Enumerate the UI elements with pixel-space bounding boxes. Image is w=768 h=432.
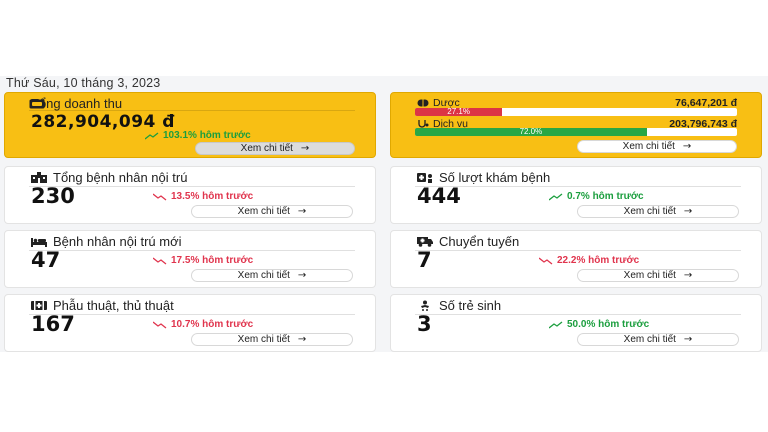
- stat-value: 7: [417, 248, 432, 272]
- stat-trend-text: 13.5% hôm trước: [171, 191, 254, 202]
- stat-trend: 50.0% hôm trước: [549, 319, 649, 330]
- stat-trend-text: 22.2% hôm trước: [557, 255, 640, 266]
- trend-down-icon: [539, 256, 553, 265]
- stat-details-button[interactable]: Xem chi tiết →: [191, 269, 353, 282]
- stat-header: Phẫu thuật, thủ thuật: [31, 298, 174, 313]
- trend-up-icon: [549, 320, 563, 329]
- arrow-right-icon: →: [297, 206, 307, 217]
- stat-trend-text: 17.5% hôm trước: [171, 255, 254, 266]
- stat-card-transfers: Chuyển tuyến 7 22.2% hôm trước Xem chi t…: [390, 230, 762, 288]
- trend-down-icon: [153, 256, 167, 265]
- stat-details-label: Xem chi tiết: [623, 270, 676, 281]
- stat-trend-text: 10.7% hôm trước: [171, 319, 254, 330]
- service-percent-services: 72.0%: [519, 128, 543, 136]
- revenue-card: Tổng doanh thu 282,904,094 đ 103.1% hôm …: [4, 92, 376, 158]
- stat-trend: 13.5% hôm trước: [153, 191, 253, 202]
- stat-title: Tổng bệnh nhân nội trú: [53, 170, 188, 185]
- stat-details-label: Xem chi tiết: [237, 206, 290, 217]
- report-date: Thứ Sáu, 10 tháng 3, 2023: [6, 76, 161, 90]
- stat-value: 3: [417, 312, 432, 336]
- stat-title: Chuyển tuyến: [439, 234, 520, 249]
- revenue-amount: 282,904,094 đ: [31, 112, 175, 132]
- stat-divider: [29, 314, 355, 315]
- stat-value: 167: [31, 312, 75, 336]
- hospital-icon: [31, 172, 47, 184]
- arrow-right-icon: →: [300, 143, 310, 154]
- stat-details-label: Xem chi tiết: [237, 334, 290, 345]
- revenue-trend-text: 103.1% hôm trước: [163, 130, 251, 141]
- services-details-button[interactable]: Xem chi tiết →: [577, 140, 737, 153]
- stat-header: Chuyển tuyến: [417, 234, 519, 249]
- arrow-right-icon: →: [297, 334, 307, 345]
- arrow-right-icon: →: [297, 270, 307, 281]
- stat-card-surgery: Phẫu thuật, thủ thuật 167 10.7% hôm trướ…: [4, 294, 376, 352]
- stat-value: 47: [31, 248, 61, 272]
- stat-header: Số trẻ sinh: [417, 298, 501, 313]
- stat-details-button[interactable]: Xem chi tiết →: [577, 333, 739, 346]
- ambulance-icon: [417, 236, 433, 248]
- stat-trend-text: 50.0% hôm trước: [567, 319, 650, 330]
- trend-down-icon: [153, 192, 167, 201]
- stat-divider: [415, 186, 741, 187]
- service-bar-services: 72.0%: [415, 128, 737, 136]
- stat-header: Số lượt khám bệnh: [417, 170, 550, 185]
- stat-details-button[interactable]: Xem chi tiết →: [191, 205, 353, 218]
- revenue-details-button[interactable]: Xem chi tiết →: [195, 142, 355, 155]
- stat-title: Bệnh nhân nội trú mới: [53, 234, 182, 249]
- stat-trend: 10.7% hôm trước: [153, 319, 253, 330]
- stat-card-exam-visits: Số lượt khám bệnh 444 0.7% hôm trước Xem…: [390, 166, 762, 224]
- stat-title: Phẫu thuật, thủ thuật: [53, 298, 174, 313]
- stat-header: Bệnh nhân nội trú mới: [31, 234, 182, 249]
- stat-details-label: Xem chi tiết: [237, 270, 290, 281]
- stat-value: 444: [417, 184, 461, 208]
- stat-trend-text: 0.7% hôm trước: [567, 191, 644, 202]
- stat-divider: [415, 250, 741, 251]
- services-details-label: Xem chi tiết: [622, 141, 675, 152]
- services-card: Dược 76,647,201 đ 27.1% Dịch vụ 203,796,…: [390, 92, 762, 158]
- service-bar-pharmacy: 27.1%: [415, 108, 737, 116]
- bed-icon: [31, 236, 47, 248]
- stat-value: 230: [31, 184, 75, 208]
- stat-trend: 17.5% hôm trước: [153, 255, 253, 266]
- baby-icon: [417, 300, 433, 312]
- trend-up-icon: [145, 131, 159, 140]
- revenue-trend: 103.1% hôm trước: [145, 130, 251, 141]
- revenue-divider: [29, 110, 355, 111]
- stat-details-label: Xem chi tiết: [623, 334, 676, 345]
- trend-down-icon: [153, 320, 167, 329]
- arrow-right-icon: →: [683, 334, 693, 345]
- stat-trend: 22.2% hôm trước: [539, 255, 639, 266]
- service-bar-fill-pharmacy: 27.1%: [415, 108, 503, 116]
- stat-title: Số lượt khám bệnh: [439, 170, 551, 185]
- pill-icon: [417, 99, 429, 107]
- stat-divider: [415, 314, 741, 315]
- wallet-icon: [29, 99, 45, 109]
- surgery-kit-icon: [31, 300, 47, 312]
- stat-title: Số trẻ sinh: [439, 298, 502, 313]
- arrow-right-icon: →: [682, 141, 692, 152]
- service-bar-fill-services: 72.0%: [415, 128, 647, 136]
- stat-divider: [29, 186, 355, 187]
- stat-details-button[interactable]: Xem chi tiết →: [577, 269, 739, 282]
- stat-header: Tổng bệnh nhân nội trú: [31, 170, 187, 185]
- service-percent-pharmacy: 27.1%: [447, 108, 470, 116]
- stat-details-button[interactable]: Xem chi tiết →: [191, 333, 353, 346]
- trend-up-icon: [549, 192, 563, 201]
- stat-trend: 0.7% hôm trước: [549, 191, 644, 202]
- stat-divider: [29, 250, 355, 251]
- stat-details-label: Xem chi tiết: [623, 206, 676, 217]
- clinic-icon: [417, 172, 433, 184]
- stat-details-button[interactable]: Xem chi tiết →: [577, 205, 739, 218]
- stat-card-inpatient-new: Bệnh nhân nội trú mới 47 17.5% hôm trước…: [4, 230, 376, 288]
- arrow-right-icon: →: [683, 270, 693, 281]
- arrow-right-icon: →: [683, 206, 693, 217]
- stat-card-newborns: Số trẻ sinh 3 50.0% hôm trước Xem chi ti…: [390, 294, 762, 352]
- revenue-details-label: Xem chi tiết: [240, 143, 293, 154]
- stat-card-inpatient-total: Tổng bệnh nhân nội trú 230 13.5% hôm trư…: [4, 166, 376, 224]
